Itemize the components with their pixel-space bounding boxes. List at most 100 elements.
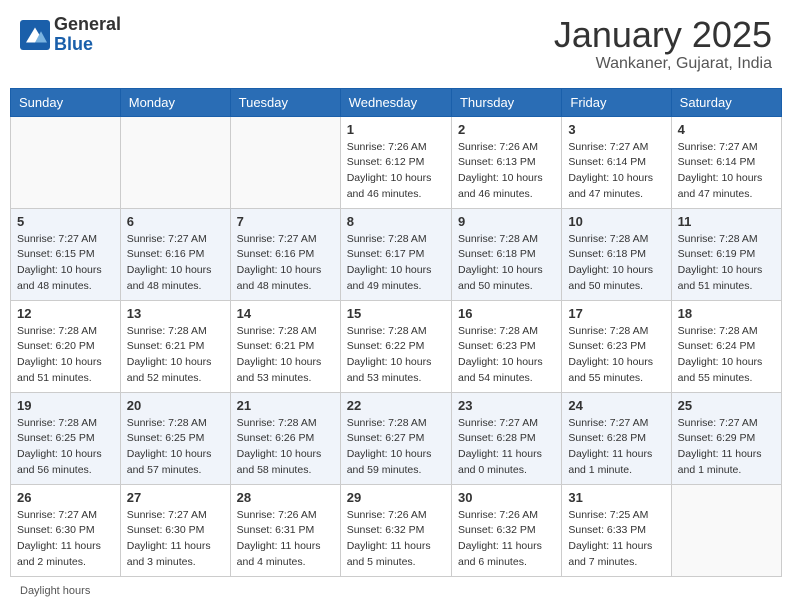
day-info: Sunrise: 7:27 AM Sunset: 6:28 PM Dayligh… — [568, 416, 664, 479]
calendar-day-cell: 12 Sunrise: 7:28 AM Sunset: 6:20 PM Dayli… — [11, 300, 121, 392]
calendar-day-cell — [230, 116, 340, 208]
logo-text: General Blue — [54, 15, 121, 55]
daylight-label: Daylight hours — [20, 585, 90, 597]
day-number: 30 — [458, 490, 555, 505]
day-info: Sunrise: 7:28 AM Sunset: 6:22 PM Dayligh… — [347, 324, 445, 387]
calendar-day-cell: 14 Sunrise: 7:28 AM Sunset: 6:21 PM Dayli… — [230, 300, 340, 392]
footer: Daylight hours — [10, 585, 782, 597]
day-info: Sunrise: 7:28 AM Sunset: 6:21 PM Dayligh… — [237, 324, 334, 387]
day-info: Sunrise: 7:25 AM Sunset: 6:33 PM Dayligh… — [568, 508, 664, 571]
day-number: 14 — [237, 306, 334, 321]
calendar-day-cell: 9 Sunrise: 7:28 AM Sunset: 6:18 PM Daylig… — [451, 208, 561, 300]
day-info: Sunrise: 7:26 AM Sunset: 6:32 PM Dayligh… — [347, 508, 445, 571]
calendar-day-cell — [11, 116, 121, 208]
day-info: Sunrise: 7:26 AM Sunset: 6:31 PM Dayligh… — [237, 508, 334, 571]
day-info: Sunrise: 7:28 AM Sunset: 6:23 PM Dayligh… — [458, 324, 555, 387]
logo-blue: Blue — [54, 35, 121, 55]
day-number: 29 — [347, 490, 445, 505]
day-number: 26 — [17, 490, 114, 505]
day-number: 16 — [458, 306, 555, 321]
calendar-day-header: Tuesday — [230, 88, 340, 116]
calendar-day-cell: 6 Sunrise: 7:27 AM Sunset: 6:16 PM Daylig… — [120, 208, 230, 300]
title-section: January 2025 Wankaner, Gujarat, India — [554, 15, 772, 73]
calendar-week-row: 19 Sunrise: 7:28 AM Sunset: 6:25 PM Dayli… — [11, 392, 782, 484]
calendar-day-cell: 21 Sunrise: 7:28 AM Sunset: 6:26 PM Dayli… — [230, 392, 340, 484]
day-number: 15 — [347, 306, 445, 321]
calendar-day-header: Wednesday — [340, 88, 451, 116]
calendar-day-cell: 19 Sunrise: 7:28 AM Sunset: 6:25 PM Dayli… — [11, 392, 121, 484]
calendar-day-cell: 28 Sunrise: 7:26 AM Sunset: 6:31 PM Dayli… — [230, 484, 340, 576]
calendar-day-cell: 17 Sunrise: 7:28 AM Sunset: 6:23 PM Dayli… — [562, 300, 671, 392]
day-number: 23 — [458, 398, 555, 413]
day-info: Sunrise: 7:28 AM Sunset: 6:26 PM Dayligh… — [237, 416, 334, 479]
day-number: 31 — [568, 490, 664, 505]
day-info: Sunrise: 7:28 AM Sunset: 6:23 PM Dayligh… — [568, 324, 664, 387]
logo: General Blue — [20, 15, 121, 55]
calendar-day-header: Friday — [562, 88, 671, 116]
day-info: Sunrise: 7:27 AM Sunset: 6:28 PM Dayligh… — [458, 416, 555, 479]
calendar-table: SundayMondayTuesdayWednesdayThursdayFrid… — [10, 88, 782, 577]
calendar-week-row: 5Sunrise: 7:27 AM Sunset: 6:15 PM Daylig… — [11, 208, 782, 300]
calendar-day-cell: 1Sunrise: 7:26 AM Sunset: 6:12 PM Daylig… — [340, 116, 451, 208]
calendar-day-cell: 18Sunrise: 7:28 AM Sunset: 6:24 PM Dayli… — [671, 300, 781, 392]
calendar-day-cell — [671, 484, 781, 576]
day-info: Sunrise: 7:28 AM Sunset: 6:25 PM Dayligh… — [17, 416, 114, 479]
day-number: 8 — [347, 214, 445, 229]
day-number: 18 — [678, 306, 775, 321]
day-number: 28 — [237, 490, 334, 505]
day-number: 27 — [127, 490, 224, 505]
day-info: Sunrise: 7:27 AM Sunset: 6:16 PM Dayligh… — [237, 232, 334, 295]
calendar-day-cell: 13Sunrise: 7:28 AM Sunset: 6:21 PM Dayli… — [120, 300, 230, 392]
logo-general: General — [54, 15, 121, 35]
calendar-week-row: 12 Sunrise: 7:28 AM Sunset: 6:20 PM Dayli… — [11, 300, 782, 392]
day-number: 25 — [678, 398, 775, 413]
day-info: Sunrise: 7:28 AM Sunset: 6:18 PM Dayligh… — [458, 232, 555, 295]
day-info: Sunrise: 7:27 AM Sunset: 6:15 PM Dayligh… — [17, 232, 114, 295]
month-title: January 2025 — [554, 15, 772, 55]
day-info: Sunrise: 7:28 AM Sunset: 6:17 PM Dayligh… — [347, 232, 445, 295]
calendar-day-cell: 29 Sunrise: 7:26 AM Sunset: 6:32 PM Dayli… — [340, 484, 451, 576]
day-info: Sunrise: 7:28 AM Sunset: 6:19 PM Dayligh… — [678, 232, 775, 295]
day-info: Sunrise: 7:28 AM Sunset: 6:20 PM Dayligh… — [17, 324, 114, 387]
day-number: 6 — [127, 214, 224, 229]
day-number: 1 — [347, 122, 445, 137]
day-info: Sunrise: 7:28 AM Sunset: 6:25 PM Dayligh… — [127, 416, 224, 479]
calendar-day-cell: 26Sunrise: 7:27 AM Sunset: 6:30 PM Dayli… — [11, 484, 121, 576]
day-number: 17 — [568, 306, 664, 321]
day-info: Sunrise: 7:28 AM Sunset: 6:18 PM Dayligh… — [568, 232, 664, 295]
day-number: 9 — [458, 214, 555, 229]
calendar-day-cell: 10Sunrise: 7:28 AM Sunset: 6:18 PM Dayli… — [562, 208, 671, 300]
day-info: Sunrise: 7:27 AM Sunset: 6:14 PM Dayligh… — [568, 140, 664, 203]
calendar-day-cell: 23 Sunrise: 7:27 AM Sunset: 6:28 PM Dayli… — [451, 392, 561, 484]
day-number: 13 — [127, 306, 224, 321]
day-number: 19 — [17, 398, 114, 413]
calendar-day-cell: 3Sunrise: 7:27 AM Sunset: 6:14 PM Daylig… — [562, 116, 671, 208]
day-info: Sunrise: 7:28 AM Sunset: 6:27 PM Dayligh… — [347, 416, 445, 479]
page-header: General Blue January 2025 Wankaner, Guja… — [10, 10, 782, 78]
day-number: 21 — [237, 398, 334, 413]
calendar-day-cell: 27Sunrise: 7:27 AM Sunset: 6:30 PM Dayli… — [120, 484, 230, 576]
calendar-header-row: SundayMondayTuesdayWednesdayThursdayFrid… — [11, 88, 782, 116]
calendar-day-cell: 11 Sunrise: 7:28 AM Sunset: 6:19 PM Dayli… — [671, 208, 781, 300]
calendar-day-cell: 24Sunrise: 7:27 AM Sunset: 6:28 PM Dayli… — [562, 392, 671, 484]
day-number: 2 — [458, 122, 555, 137]
day-number: 7 — [237, 214, 334, 229]
calendar-day-cell: 8 Sunrise: 7:28 AM Sunset: 6:17 PM Daylig… — [340, 208, 451, 300]
calendar-day-cell: 30Sunrise: 7:26 AM Sunset: 6:32 PM Dayli… — [451, 484, 561, 576]
calendar-week-row: 26Sunrise: 7:27 AM Sunset: 6:30 PM Dayli… — [11, 484, 782, 576]
calendar-day-header: Saturday — [671, 88, 781, 116]
calendar-day-header: Thursday — [451, 88, 561, 116]
day-number: 12 — [17, 306, 114, 321]
calendar-day-cell: 31 Sunrise: 7:25 AM Sunset: 6:33 PM Dayli… — [562, 484, 671, 576]
day-info: Sunrise: 7:27 AM Sunset: 6:29 PM Dayligh… — [678, 416, 775, 479]
calendar-day-cell: 4Sunrise: 7:27 AM Sunset: 6:14 PM Daylig… — [671, 116, 781, 208]
calendar-week-row: 1Sunrise: 7:26 AM Sunset: 6:12 PM Daylig… — [11, 116, 782, 208]
logo-icon — [20, 20, 50, 50]
calendar-day-cell: 25 Sunrise: 7:27 AM Sunset: 6:29 PM Dayli… — [671, 392, 781, 484]
calendar-day-cell — [120, 116, 230, 208]
day-number: 11 — [678, 214, 775, 229]
calendar-day-header: Sunday — [11, 88, 121, 116]
day-info: Sunrise: 7:27 AM Sunset: 6:16 PM Dayligh… — [127, 232, 224, 295]
calendar-day-cell: 15 Sunrise: 7:28 AM Sunset: 6:22 PM Dayli… — [340, 300, 451, 392]
day-number: 22 — [347, 398, 445, 413]
